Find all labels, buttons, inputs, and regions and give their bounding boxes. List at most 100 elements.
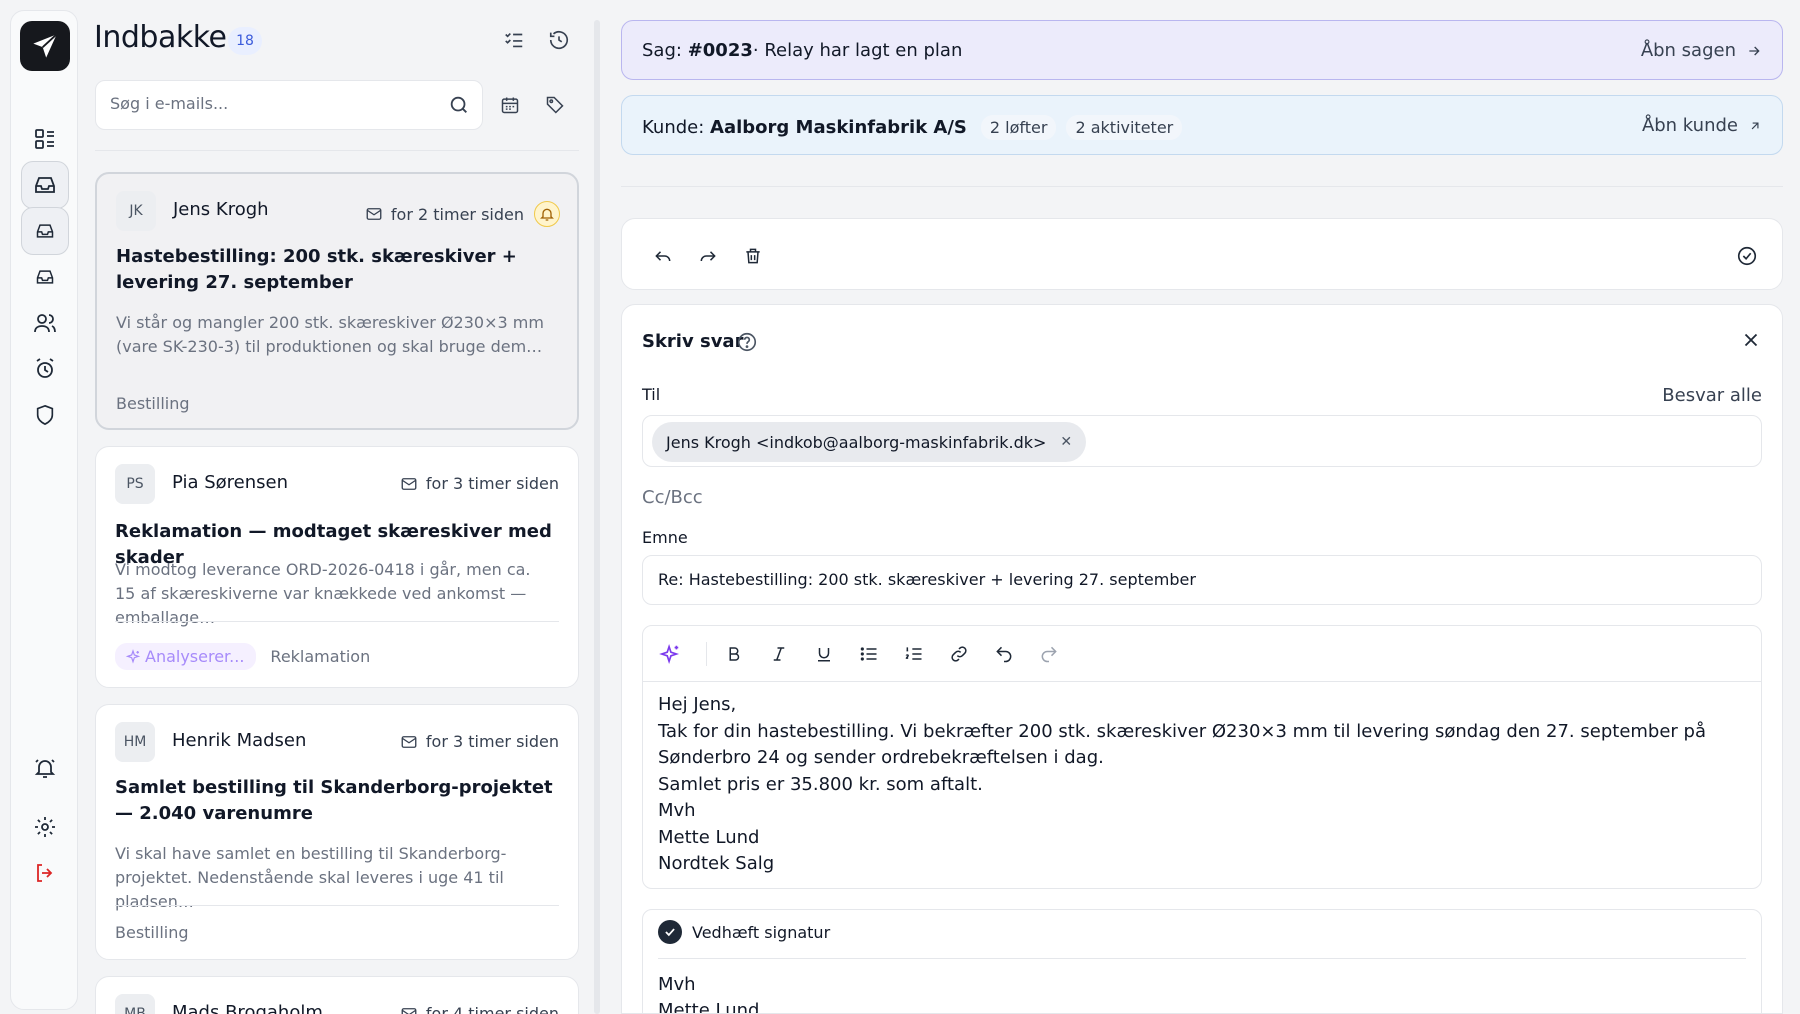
message-editor: Hej Jens, Tak for din hastebestilling. V… [642,625,1762,889]
subject-input[interactable]: Re: Hastebestilling: 200 stk. skæreskive… [642,555,1762,605]
panel-resize-handle[interactable] [594,20,600,1014]
email-tags: Bestilling [115,923,189,942]
forward-button[interactable] [693,241,723,271]
inbox-icon [35,177,55,193]
customer-prefix: Kunde: [642,117,705,138]
check-circle-icon [1737,246,1757,266]
cc-bcc-toggle[interactable]: Cc/Bcc [642,487,703,508]
email-card[interactable]: HM Henrik Madsen for 3 timer siden Samle… [95,704,579,960]
search-icon[interactable] [448,94,470,116]
time-label: for 3 timer siden [425,474,559,493]
email-preview: Vi står og mangler 200 stk. skæreskiver … [116,313,544,356]
notifications-nav-button[interactable] [21,744,69,792]
italic-button[interactable] [765,640,793,668]
bell-ring-icon [34,759,56,778]
email-card[interactable]: JK Jens Krogh for 2 timer siden Hastebes… [95,172,579,430]
toolbar-separator [706,642,707,666]
select-mode-button[interactable] [498,24,530,56]
card-divider [115,905,559,906]
promises-badge: 2 løfter [980,115,1057,140]
inbox-nav-button[interactable] [21,161,69,209]
case-banner: Sag: #0023 · Relay har lagt en plan Åbn … [621,20,1783,80]
ai-status-badge: Analyserer... [115,643,257,670]
dashboard-nav-button[interactable] [21,115,69,163]
case-prefix: Sag: [642,40,682,61]
delete-button[interactable] [738,241,768,271]
contacts-nav-button[interactable] [21,299,69,347]
numbered-list-icon [905,647,922,660]
bullet-list-icon [860,647,877,661]
mail-icon [366,208,382,220]
arrow-right-icon [1749,46,1760,55]
reply-all-button[interactable]: Besvar alle [1662,385,1762,406]
email-card[interactable]: MB Mads Brogaholm for 4 timer siden [95,976,579,1014]
unread-count-badge: 18 [228,27,262,55]
mail-icon [401,1007,417,1014]
remove-recipient-icon[interactable]: ✕ [1060,434,1072,450]
to-field[interactable]: Jens Krogh <indkob@aalborg-maskinfabrik.… [642,415,1762,467]
activities-badge: 2 aktiviteter [1066,115,1183,140]
checkbox-checked-icon[interactable] [658,920,682,944]
insert-link-button[interactable] [945,640,973,668]
help-icon[interactable] [736,331,758,353]
attach-signature-toggle[interactable]: Vedhæft signatur [658,920,830,944]
forward-icon [700,251,716,262]
email-card[interactable]: PS Pia Sørensen for 3 timer siden Reklam… [95,446,579,688]
body-line: Samlet pris er 35.800 kr. som aftalt. [658,773,983,795]
date-filter-button[interactable] [493,88,527,122]
category-tag: Reklamation [270,647,371,666]
reminders-nav-button[interactable] [21,345,69,393]
inbox-icon [36,270,54,284]
open-customer-label: Åbn kunde [1641,115,1738,136]
settings-nav-button[interactable] [21,803,69,851]
compose-title: Skriv svar [642,331,744,352]
email-subject: Samlet bestilling til Skanderborg-projek… [115,777,553,824]
open-case-button[interactable]: Åbn sagen [1641,40,1762,61]
recipient-chip[interactable]: Jens Krogh <indkob@aalborg-maskinfabrik.… [652,422,1087,462]
redo-button[interactable] [1035,640,1063,668]
underline-button[interactable] [810,640,838,668]
paper-plane-icon [33,33,58,58]
notification-bell-icon[interactable] [534,201,560,227]
sender-name: Henrik Madsen [172,730,307,751]
history-button[interactable] [543,24,575,56]
shared-inbox-nav-button[interactable] [21,207,69,255]
signature-label: Vedhæft signatur [692,922,831,942]
body-line: Nordtek Salg [658,853,775,874]
mail-icon [401,477,417,490]
mark-done-button[interactable] [1732,241,1762,271]
card-divider [115,621,559,622]
close-compose-button[interactable] [1740,329,1762,351]
bold-button[interactable] [720,640,748,668]
link-icon [951,646,967,662]
to-label: Til [642,385,661,404]
signature-box: Vedhæft signatur Mvh Mette Lund [642,909,1762,1013]
history-icon [549,31,569,50]
formatting-toolbar [643,626,1761,682]
tag-filter-button[interactable] [538,88,572,122]
logout-nav-button[interactable] [21,849,69,897]
checklist-icon [505,32,523,48]
trash-icon [746,248,760,264]
open-customer-button[interactable]: Åbn kunde [1642,115,1762,136]
reply-button[interactable] [648,241,678,271]
signature-text: Mvh Mette Lund [658,972,759,1013]
ai-assist-button[interactable] [656,640,684,668]
message-body[interactable]: Hej Jens, Tak for din hastebestilling. V… [658,692,1748,878]
app-logo[interactable] [20,21,70,71]
email-preview: Vi skal have samlet en bestilling til Sk… [115,844,507,911]
email-time: for 3 timer siden [400,732,559,751]
email-tags: Bestilling [116,394,190,413]
time-label: for 2 timer siden [390,204,524,224]
undo-button[interactable] [990,640,1018,668]
customer-name: Aalborg Maskinfabrik A/S [710,117,967,138]
security-nav-button[interactable] [21,391,69,439]
bullet-list-button[interactable] [855,640,883,668]
numbered-list-button[interactable] [900,640,928,668]
archive-inbox-nav-button[interactable] [21,253,69,301]
category-tag: Bestilling [116,394,190,413]
search-input[interactable] [110,94,430,113]
external-arrow-icon [1751,122,1759,129]
avatar: MB [115,994,155,1014]
email-preview: Vi modtog leverance ORD-2026-0418 i går,… [115,560,531,627]
